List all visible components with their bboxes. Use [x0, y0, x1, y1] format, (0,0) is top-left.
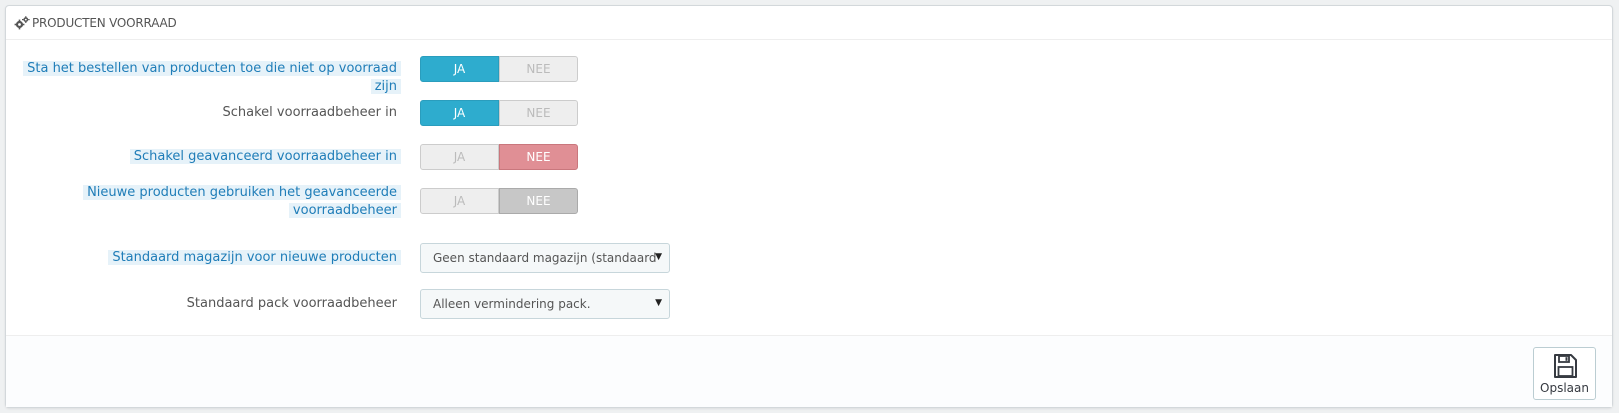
label-advanced-stock-mgmt: Schakel geavanceerd voorraadbeheer in	[129, 149, 401, 164]
panel-title: PRODUCTEN VOORRAAD	[32, 15, 177, 30]
field-label: Schakel geavanceerd voorraadbeheer in	[129, 148, 401, 166]
panel-heading: PRODUCTEN VOORRAAD	[6, 6, 1612, 40]
advanced-stock-mgmt-yes[interactable]: JA	[420, 144, 499, 170]
new-products-advanced-yes[interactable]: JA	[420, 188, 499, 214]
allow-oos-orders-switch[interactable]: JA NEE	[420, 56, 578, 82]
default-warehouse-value: Geen standaard magazijn (standaard	[433, 251, 657, 265]
enable-stock-mgmt-yes[interactable]: JA	[420, 100, 499, 126]
allow-oos-orders-no[interactable]: NEE	[499, 56, 578, 82]
save-button-label: Opslaan	[1540, 380, 1589, 395]
enable-stock-mgmt-switch[interactable]: JA NEE	[420, 100, 578, 126]
default-pack-stock-value: Alleen vermindering pack.	[433, 297, 591, 311]
chevron-down-icon: ▼	[655, 252, 662, 262]
field-label: Standaard pack voorraadbeheer	[183, 295, 401, 313]
gears-icon	[14, 15, 30, 29]
enable-stock-mgmt-no[interactable]: NEE	[499, 100, 578, 126]
field-label: Schakel voorraadbeheer in	[219, 104, 401, 122]
label-new-products-advanced-line2: voorraadbeheer	[288, 203, 401, 218]
allow-oos-orders-yes[interactable]: JA	[420, 56, 499, 82]
field-label: Sta het bestellen van producten toe die …	[6, 60, 401, 96]
field-label: Standaard magazijn voor nieuwe producten	[108, 249, 401, 267]
floppy-disk-icon	[1553, 353, 1577, 378]
chevron-down-icon: ▼	[655, 298, 662, 308]
stock-settings-panel: PRODUCTEN VOORRAAD Sta het bestellen van…	[5, 5, 1613, 408]
label-enable-stock-mgmt: Schakel voorraadbeheer in	[222, 105, 397, 120]
field-label: Nieuwe producten gebruiken het geavancee…	[81, 184, 401, 220]
save-button[interactable]: Opslaan	[1533, 347, 1596, 400]
label-default-pack-stock: Standaard pack voorraadbeheer	[186, 296, 397, 311]
label-default-warehouse: Standaard magazijn voor nieuwe producten	[108, 250, 401, 265]
new-products-advanced-switch[interactable]: JA NEE	[420, 188, 578, 214]
new-products-advanced-no[interactable]: NEE	[499, 188, 578, 214]
advanced-stock-mgmt-no[interactable]: NEE	[499, 144, 578, 170]
label-allow-oos-orders: Sta het bestellen van producten toe die …	[23, 61, 401, 94]
panel-footer: Opslaan	[6, 335, 1612, 407]
label-new-products-advanced-line1: Nieuwe producten gebruiken het geavancee…	[83, 185, 401, 200]
default-pack-stock-select[interactable]: Alleen vermindering pack. ▼	[420, 289, 670, 319]
default-warehouse-select[interactable]: Geen standaard magazijn (standaard ▼	[420, 243, 670, 273]
advanced-stock-mgmt-switch[interactable]: JA NEE	[420, 144, 578, 170]
